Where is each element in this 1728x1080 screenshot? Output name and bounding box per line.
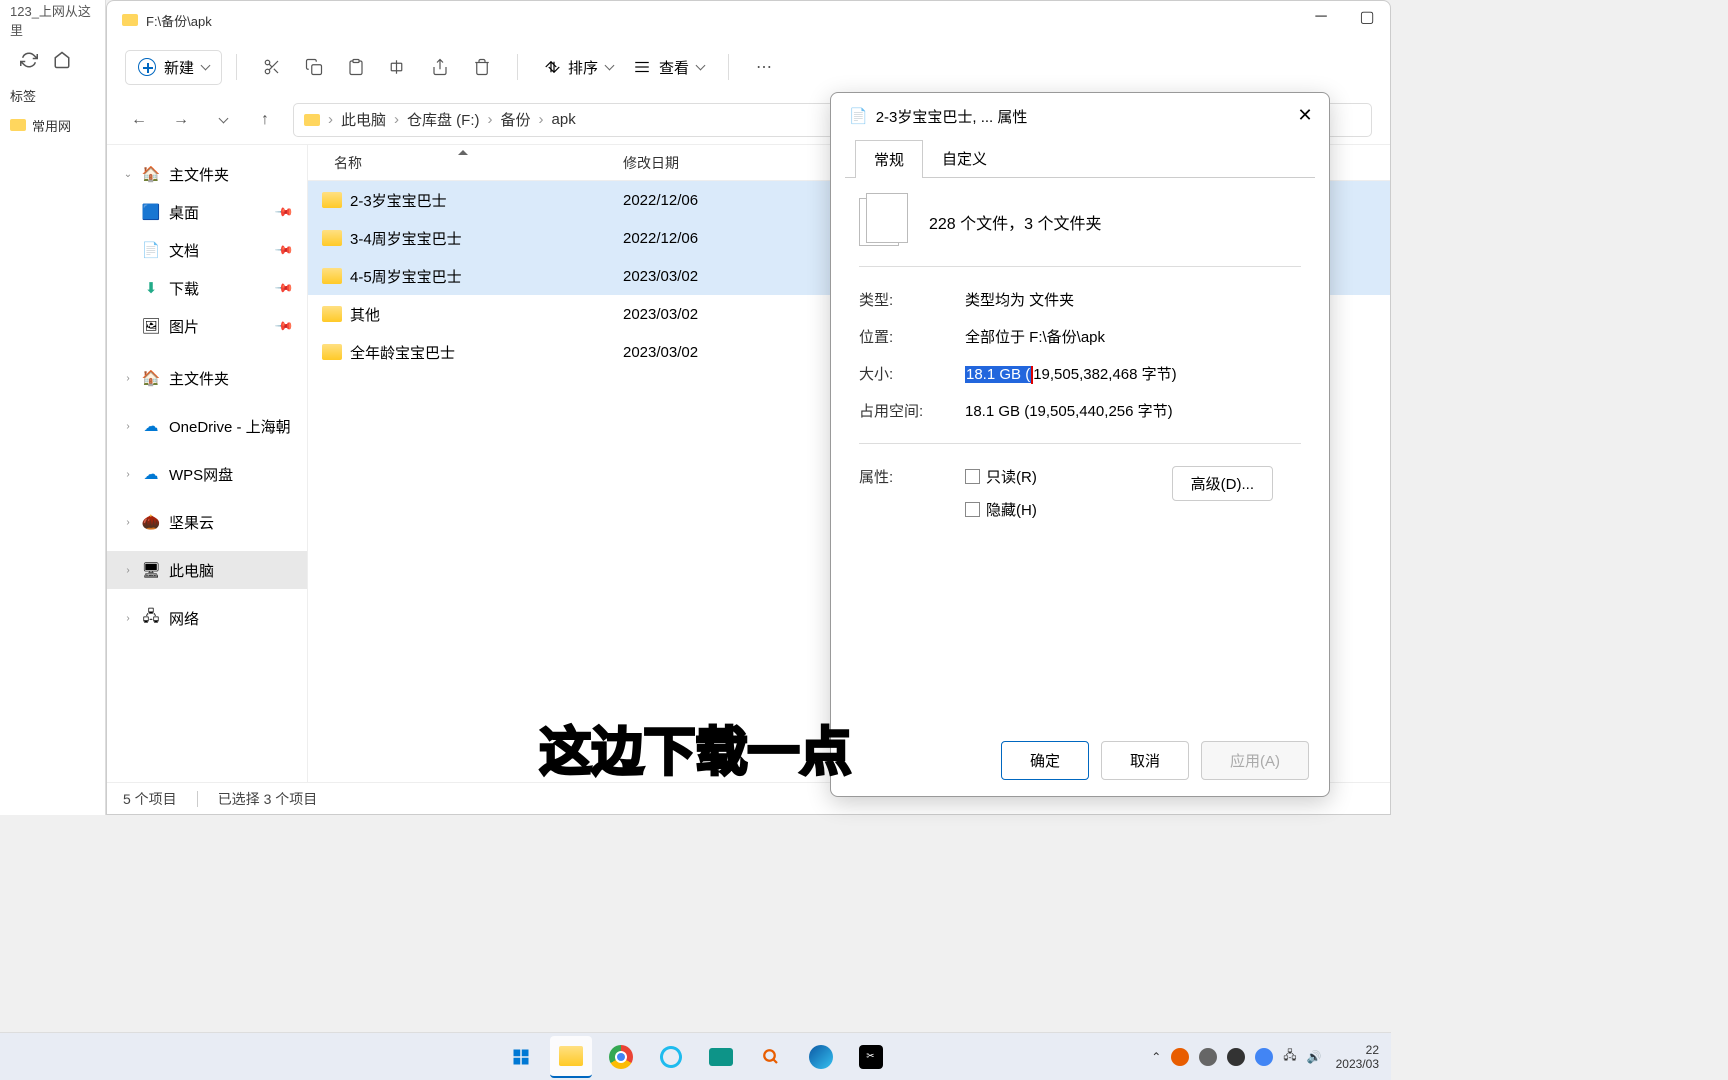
taskbar: ✂ ⌃ 🖧 🔊 22 2023/03: [0, 1032, 1391, 1080]
location-label: 位置:: [859, 326, 965, 347]
recent-button[interactable]: [209, 106, 237, 134]
taskbar-search[interactable]: [750, 1036, 792, 1078]
breadcrumb-item[interactable]: 备份: [501, 109, 531, 130]
refresh-icon[interactable]: [20, 51, 38, 69]
tray-network-icon[interactable]: 🖧: [1283, 1046, 1296, 1067]
breadcrumb-item[interactable]: apk: [552, 111, 576, 128]
file-stack-icon: [859, 198, 899, 246]
tray-icon[interactable]: [1199, 1048, 1217, 1066]
sort-indicator-icon: [458, 150, 468, 155]
breadcrumb-item[interactable]: 仓库盘 (F:): [407, 109, 480, 130]
disk-value: 18.1 GB (19,505,440,256 字节): [965, 400, 1301, 421]
taskbar-chrome[interactable]: [600, 1036, 642, 1078]
start-button[interactable]: [500, 1036, 542, 1078]
status-item-count: 5 个项目: [123, 789, 177, 809]
location-value: 全部位于 F:\备份\apk: [965, 326, 1301, 347]
summary-text: 228 个文件，3 个文件夹: [929, 210, 1102, 234]
back-button[interactable]: ←: [125, 106, 153, 134]
pin-icon: 📌: [274, 316, 294, 336]
folder-icon: [322, 268, 342, 284]
type-label: 类型:: [859, 289, 965, 310]
tray-volume-icon[interactable]: 🔊: [1307, 1050, 1322, 1064]
sidebar-item-downloads[interactable]: ⬇下载📌: [107, 269, 307, 307]
taskbar-keyboard[interactable]: [700, 1036, 742, 1078]
rename-icon[interactable]: [377, 48, 419, 86]
sidebar-item-documents[interactable]: 📄文档📌: [107, 231, 307, 269]
tab-custom[interactable]: 自定义: [923, 139, 1006, 177]
status-selected-count: 已选择 3 个项目: [218, 789, 318, 809]
sidebar-item-pictures[interactable]: 🖼图片📌: [107, 307, 307, 345]
plus-icon: [138, 58, 156, 76]
folder-icon: [304, 114, 320, 126]
view-button[interactable]: 查看: [623, 51, 714, 84]
sidebar-item-desktop[interactable]: 🟦桌面📌: [107, 193, 307, 231]
tray-clock[interactable]: 22 2023/03: [1336, 1043, 1379, 1071]
size-label: 大小:: [859, 363, 965, 384]
home-icon[interactable]: [53, 51, 71, 69]
chevron-down-icon: [201, 61, 211, 71]
browser-tab[interactable]: 123_上网从这里: [0, 0, 105, 40]
close-button[interactable]: ✕: [1289, 99, 1321, 131]
pin-icon: 📌: [274, 202, 294, 222]
folder-icon: [10, 119, 26, 131]
taskbar-edge[interactable]: [800, 1036, 842, 1078]
tray-icon[interactable]: [1171, 1048, 1189, 1066]
folder-icon: [322, 344, 342, 360]
more-icon[interactable]: ⋯: [743, 48, 785, 86]
sidebar-item-jianguo[interactable]: ›🌰坚果云: [107, 503, 307, 541]
folder-icon: [322, 306, 342, 322]
paste-icon[interactable]: [335, 48, 377, 86]
disk-label: 占用空间:: [859, 400, 965, 421]
share-icon[interactable]: [419, 48, 461, 86]
tray-icon[interactable]: [1227, 1048, 1245, 1066]
sidebar-item-wps[interactable]: ›☁WPS网盘: [107, 455, 307, 493]
delete-icon[interactable]: [461, 48, 503, 86]
sidebar-item-network[interactable]: ›🖧网络: [107, 599, 307, 637]
sidebar-item-onedrive[interactable]: ›☁OneDrive - 上海朝: [107, 407, 307, 445]
size-value[interactable]: 18.1 GB (19,505,382,468 字节): [965, 363, 1301, 384]
copy-icon[interactable]: [293, 48, 335, 86]
chevron-down-icon: [605, 61, 615, 71]
folder-icon: [122, 14, 138, 26]
pin-icon: 📌: [274, 278, 294, 298]
taskbar-explorer[interactable]: [550, 1036, 592, 1078]
column-modified[interactable]: 修改日期: [623, 153, 823, 173]
folder-icon: [322, 192, 342, 208]
folder-icon: [322, 230, 342, 246]
tab-general[interactable]: 常规: [855, 140, 923, 178]
dialog-title: 2-3岁宝宝巴士, ... 属性: [876, 106, 1028, 127]
sidebar: ⌄🏠主文件夹 🟦桌面📌 📄文档📌 ⬇下载📌 🖼图片📌 ›🏠主文件夹 ›☁OneD…: [107, 145, 307, 782]
cut-icon[interactable]: [251, 48, 293, 86]
tray-chevron-icon[interactable]: ⌃: [1151, 1050, 1161, 1064]
bookmark-item[interactable]: 常用网: [32, 116, 71, 135]
minimize-button[interactable]: ─: [1298, 1, 1344, 33]
hidden-checkbox[interactable]: 隐藏(H): [965, 499, 1301, 520]
breadcrumb-item[interactable]: 此电脑: [341, 109, 386, 130]
forward-button[interactable]: →: [167, 106, 195, 134]
sidebar-item-thispc[interactable]: ›🖥此电脑: [107, 551, 307, 589]
sidebar-item-home[interactable]: ⌄🏠主文件夹: [107, 155, 307, 193]
chevron-down-icon: [696, 61, 706, 71]
new-button[interactable]: 新建: [125, 50, 222, 85]
attr-label: 属性:: [859, 466, 965, 532]
taskbar-ie[interactable]: [650, 1036, 692, 1078]
properties-dialog: 📄 2-3岁宝宝巴士, ... 属性 ✕ 常规 自定义 228 个文件，3 个文…: [830, 92, 1330, 797]
bookmark-label: 标签: [10, 86, 36, 105]
tray-icon[interactable]: [1255, 1048, 1273, 1066]
taskbar-app[interactable]: ✂: [850, 1036, 892, 1078]
maximize-button[interactable]: ▢: [1344, 1, 1390, 33]
column-name[interactable]: 名称: [308, 153, 623, 173]
subtitle-overlay: 这边下载一点: [0, 710, 1391, 785]
window-title: F:\备份\apk: [146, 11, 1375, 30]
advanced-button[interactable]: 高级(D)...: [1172, 466, 1273, 501]
pin-icon: 📌: [274, 240, 294, 260]
up-button[interactable]: ↑: [251, 106, 279, 134]
type-value: 类型均为 文件夹: [965, 289, 1301, 310]
sidebar-item-home2[interactable]: ›🏠主文件夹: [107, 359, 307, 397]
sort-button[interactable]: 排序: [532, 51, 623, 84]
